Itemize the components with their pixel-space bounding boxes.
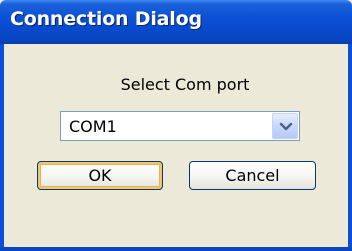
connection-dialog-window: Connection Dialog Select Com port COM1 O…: [0, 0, 352, 251]
window-frame-right: [348, 44, 352, 251]
window-title: Connection Dialog: [10, 8, 202, 30]
chevron-down-icon: [279, 122, 293, 131]
window-frame-bottom: [0, 247, 352, 251]
dialog-body: Select Com port COM1 OK Cancel: [4, 44, 348, 247]
select-com-port-label: Select Com port: [120, 75, 250, 94]
com-port-selected-value: COM1: [69, 117, 117, 136]
com-port-select[interactable]: COM1: [60, 111, 300, 141]
title-bar[interactable]: Connection Dialog: [0, 0, 352, 44]
ok-button[interactable]: OK: [37, 161, 163, 190]
dropdown-button[interactable]: [272, 113, 298, 139]
cancel-button[interactable]: Cancel: [189, 161, 316, 190]
